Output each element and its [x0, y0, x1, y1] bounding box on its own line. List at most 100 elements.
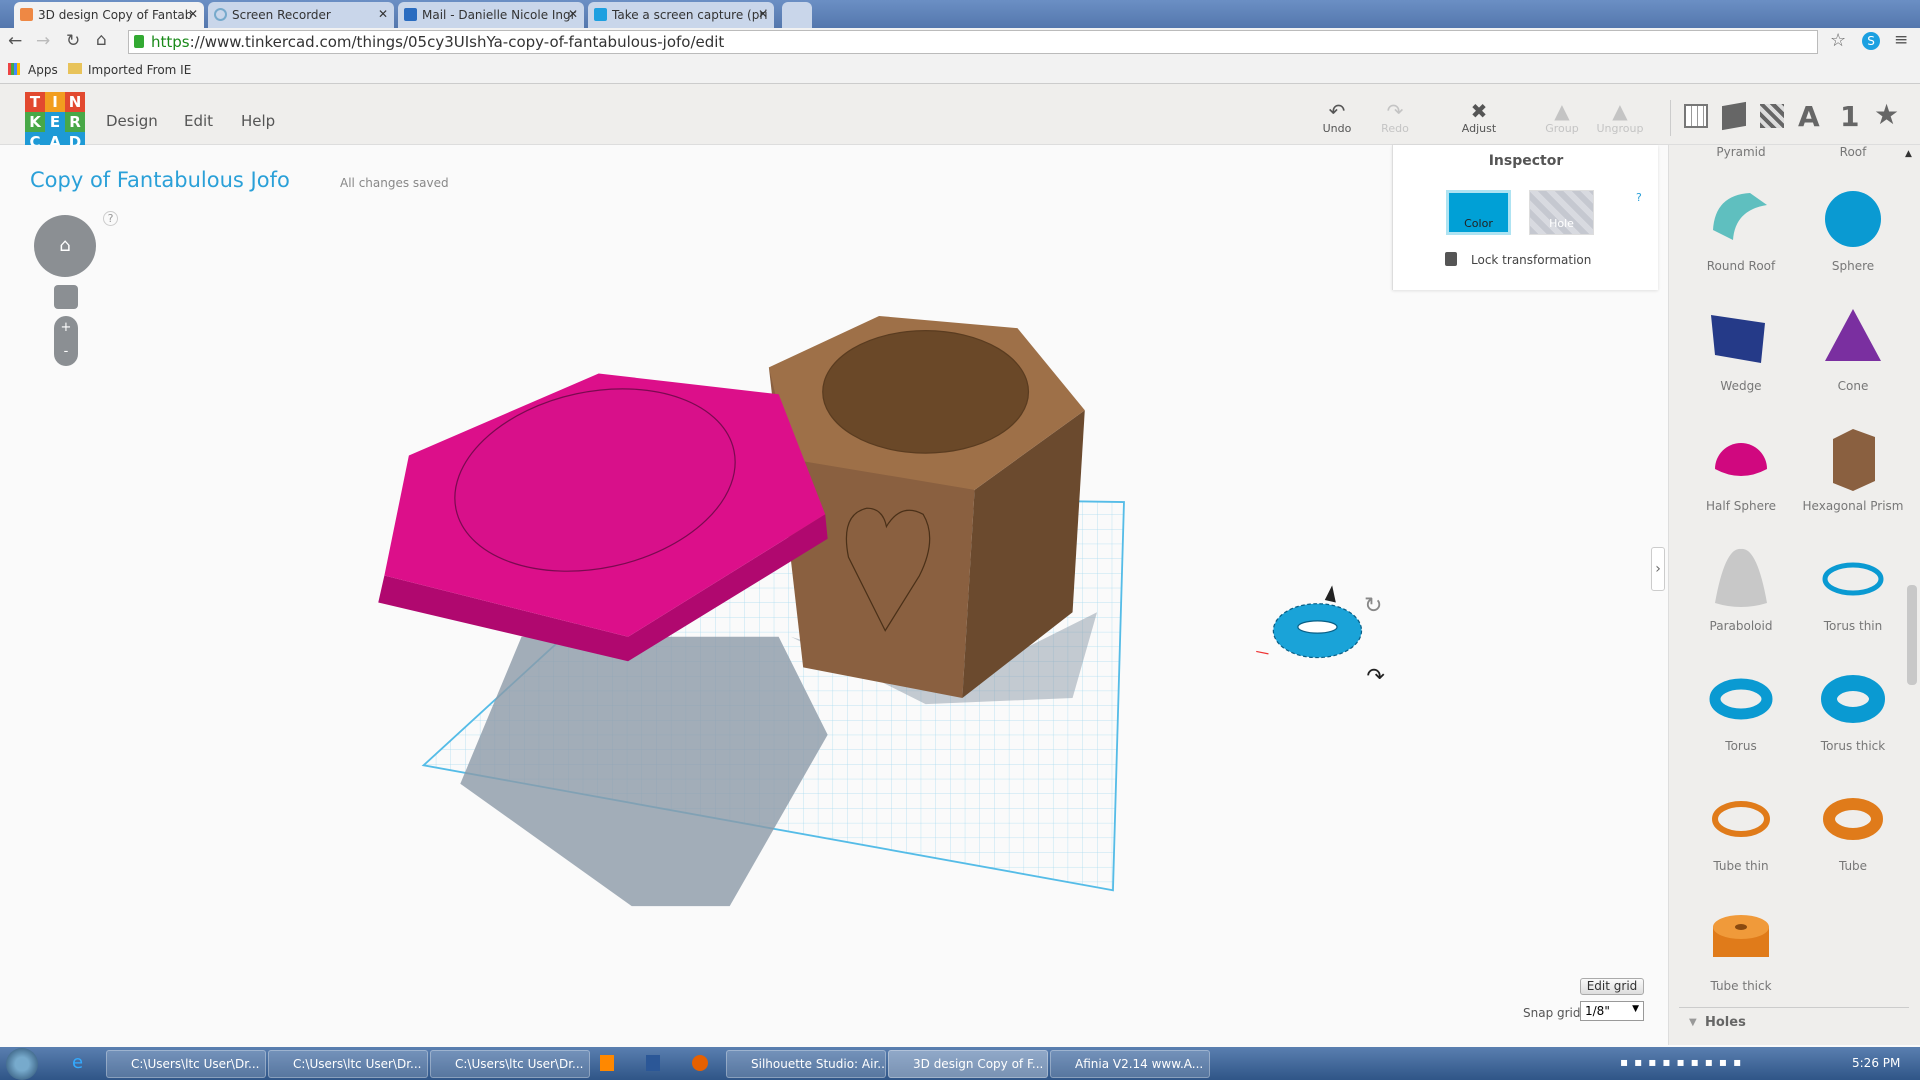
system-tray-icons[interactable]: ▪▪▪▪▪▪▪▪▪ — [1620, 1055, 1747, 1069]
save-status: All changes saved — [340, 176, 449, 190]
tab-screen-capture[interactable]: Take a screen capture (pri ✕ — [588, 2, 774, 28]
bookmark-imported[interactable]: Imported From IE — [88, 63, 191, 77]
zoom-control[interactable]: + - — [54, 316, 78, 366]
view-navigation-control[interactable]: ⌂ — [34, 215, 96, 277]
paraboloid-icon — [1715, 548, 1767, 607]
snap-grid-select[interactable]: 1/8" ▼ — [1580, 1001, 1644, 1021]
tube-thick-icon — [1713, 915, 1769, 957]
shape-hexagonal-prism[interactable]: Hexagonal Prism — [1797, 425, 1909, 513]
inspector-help-icon[interactable]: ? — [1636, 191, 1642, 204]
rotate-handle-icon[interactable]: ↷ — [1366, 664, 1384, 689]
torus-hole — [1297, 620, 1338, 634]
menu-design[interactable]: Design — [106, 112, 158, 130]
collapse-arrow-icon[interactable]: ▼ — [1689, 1017, 1697, 1028]
zoom-out-icon[interactable]: - — [54, 340, 78, 364]
shapes-panel: Pyramid Roof ▲ Round Roof Sphere Wedge Cone… — [1668, 145, 1920, 1045]
shape-label: Torus thin — [1823, 619, 1883, 633]
shape-paraboloid[interactable]: Paraboloid — [1685, 545, 1797, 633]
view-help-icon[interactable]: ? — [103, 211, 118, 226]
url-input[interactable]: https://www.tinkercad.com/things/05cy3UI… — [128, 30, 1818, 54]
cone-icon — [1825, 309, 1881, 361]
new-tab-button[interactable] — [782, 2, 812, 28]
tab-tinkercad[interactable]: 3D design Copy of Fantab ✕ — [14, 2, 204, 28]
menu-help[interactable]: Help — [241, 112, 275, 130]
home-icon[interactable]: ⌂ — [96, 30, 107, 50]
color-button[interactable]: Color — [1446, 190, 1511, 235]
shape-half-sphere[interactable]: Half Sphere — [1685, 425, 1797, 513]
divider — [1679, 1007, 1909, 1008]
taskbar-silhouette[interactable]: Silhouette Studio: Air... — [726, 1050, 886, 1078]
shape-torus-thin[interactable]: Torus thin — [1797, 545, 1909, 633]
menu-icon[interactable]: ≡ — [1894, 30, 1908, 50]
bookmarks-bar: Apps Imported From IE — [0, 56, 1920, 84]
taskbar-explorer-3[interactable]: C:\Users\ltc User\Dr... — [430, 1050, 590, 1078]
shape-round-roof[interactable]: Round Roof — [1685, 185, 1797, 273]
tab-label: 3D design Copy of Fantab — [38, 8, 193, 22]
tinkercad-logo[interactable]: TIN KER CAD — [25, 92, 85, 152]
shape-tube[interactable]: Tube — [1797, 785, 1909, 873]
tab-mail[interactable]: Mail - Danielle Nicole Ingr ✕ — [398, 2, 584, 28]
firefox-icon[interactable] — [692, 1055, 708, 1071]
forward-icon[interactable]: → — [36, 31, 50, 51]
zoom-in-icon[interactable]: + — [54, 316, 78, 340]
word-icon[interactable] — [646, 1055, 660, 1071]
taskbar-explorer-2[interactable]: C:\Users\ltc User\Dr... — [268, 1050, 428, 1078]
internet-explorer-icon[interactable]: e — [72, 1052, 83, 1073]
browser-tab-bar: 3D design Copy of Fantab ✕ Screen Recorde… — [0, 0, 1920, 28]
start-button[interactable] — [6, 1048, 38, 1080]
round-roof-icon — [1713, 193, 1767, 240]
rotate-handle-icon[interactable]: ↻ — [1364, 593, 1382, 618]
undo-button[interactable]: ↶ Undo — [1307, 100, 1367, 135]
reload-icon[interactable]: ↻ — [66, 31, 80, 51]
star-icon[interactable]: ★ — [1874, 98, 1899, 131]
fit-view-button[interactable] — [54, 285, 78, 309]
ungroup-button[interactable]: ▲ Ungroup — [1590, 100, 1650, 135]
close-icon[interactable]: ✕ — [758, 7, 768, 21]
group-button[interactable]: ▲ Group — [1532, 100, 1592, 135]
snap-grid-value: 1/8" — [1585, 1004, 1610, 1018]
bookmark-star-icon[interactable]: ☆ — [1830, 30, 1846, 51]
bookmark-apps[interactable]: Apps — [28, 63, 58, 77]
solid-box-icon[interactable] — [1722, 101, 1746, 131]
number-icon[interactable]: 1 — [1840, 100, 1859, 133]
adjust-button[interactable]: ✖ Adjust — [1449, 100, 1509, 135]
shape-label: Cone — [1837, 379, 1869, 393]
taskbar-label: C:\Users\ltc User\Dr... — [455, 1057, 584, 1071]
shape-label: Torus thick — [1820, 739, 1886, 753]
taskbar-explorer-1[interactable]: C:\Users\ltc User\Dr... — [106, 1050, 266, 1078]
lift-arrow-handle[interactable] — [1324, 585, 1336, 603]
shape-tube-thick[interactable]: Tube thick — [1685, 905, 1797, 993]
menu-edit[interactable]: Edit — [184, 112, 213, 130]
hole-box-icon[interactable] — [1760, 104, 1784, 128]
hole-button[interactable]: Hole — [1529, 190, 1594, 235]
panel-collapse-toggle[interactable]: › — [1651, 547, 1665, 591]
shape-torus-thick[interactable]: Torus thick — [1797, 665, 1909, 753]
close-icon[interactable]: ✕ — [378, 7, 388, 21]
holes-section-header[interactable]: Holes — [1705, 1015, 1746, 1030]
shape-wedge[interactable]: Wedge — [1685, 305, 1797, 393]
close-icon[interactable]: ✕ — [188, 7, 198, 21]
shape-tube-thin[interactable]: Tube thin — [1685, 785, 1797, 873]
shape-sphere[interactable]: Sphere — [1797, 185, 1909, 273]
shape-label: Roof — [1839, 145, 1867, 159]
clock[interactable]: 5:26 PM — [1852, 1056, 1900, 1070]
taskbar-afinia[interactable]: Afinia V2.14 www.A... — [1050, 1050, 1210, 1078]
workplane-icon[interactable] — [1684, 104, 1708, 128]
scroll-up-icon[interactable]: ▲ — [1905, 149, 1912, 159]
design-title[interactable]: Copy of Fantabulous Jofo — [30, 168, 290, 192]
close-icon[interactable]: ✕ — [568, 7, 578, 21]
shape-torus[interactable]: Torus — [1685, 665, 1797, 753]
tab-screen-recorder[interactable]: Screen Recorder ✕ — [208, 2, 394, 28]
back-icon[interactable]: ← — [8, 31, 22, 51]
text-icon[interactable]: A — [1798, 100, 1820, 133]
home-view-icon[interactable]: ⌂ — [59, 235, 70, 256]
taskbar-chrome[interactable]: 3D design Copy of F... — [888, 1050, 1048, 1078]
redo-button[interactable]: ↷ Redo — [1365, 100, 1425, 135]
shape-cone[interactable]: Cone — [1797, 305, 1909, 393]
skype-icon[interactable]: S — [1862, 32, 1880, 50]
media-player-icon[interactable] — [600, 1055, 614, 1071]
lock-icon[interactable] — [1445, 252, 1457, 266]
lock-icon — [134, 35, 144, 48]
lock-transformation-label[interactable]: Lock transformation — [1471, 253, 1591, 267]
edit-grid-button[interactable]: Edit grid — [1580, 978, 1644, 995]
